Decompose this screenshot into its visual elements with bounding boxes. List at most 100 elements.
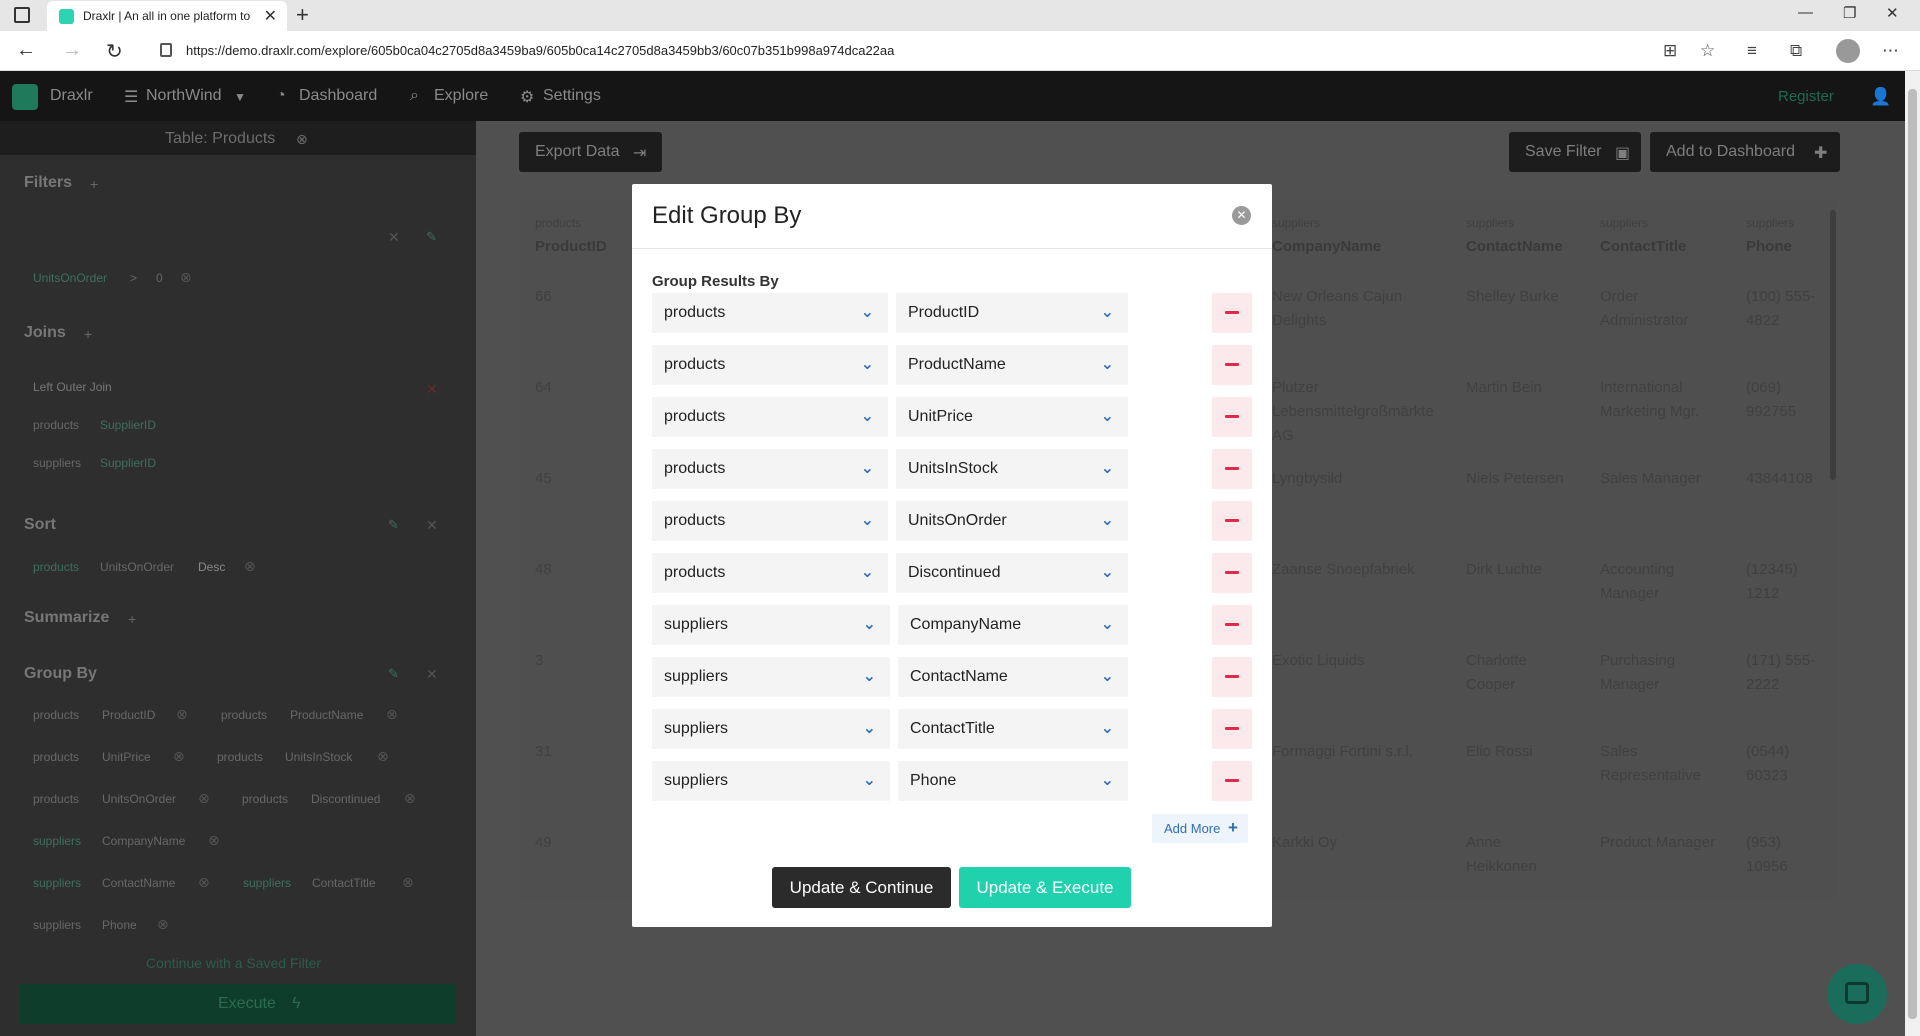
column-header[interactable]: ProductID (535, 238, 607, 255)
user-icon[interactable]: 👤 (1870, 87, 1891, 107)
table-scrollbar[interactable] (1830, 210, 1836, 480)
join-left-field[interactable]: SupplierID (100, 418, 156, 432)
favorites-icon[interactable]: ≡ (1747, 41, 1757, 61)
remove-groupby-chip-icon[interactable]: ⊗ (157, 916, 169, 933)
page-scrollbar[interactable] (1905, 71, 1920, 1036)
remove-groupby-chip-icon[interactable]: ⊗ (208, 832, 220, 849)
remove-groupby-chip-icon[interactable]: ⊗ (198, 874, 210, 891)
forward-arrow-icon[interactable]: → (62, 39, 82, 62)
close-icon[interactable]: ✕ (1232, 206, 1251, 225)
tab-actions-icon[interactable] (14, 7, 30, 23)
restore-icon[interactable]: ❐ (1843, 4, 1856, 22)
field-select[interactable]: UnitPrice ⌄ (896, 397, 1128, 437)
field-select[interactable]: ContactTitle ⌄ (898, 709, 1128, 749)
update-continue-button[interactable]: Update & Continue (772, 867, 951, 908)
edit-sort-icon[interactable]: ✎ (388, 517, 399, 533)
remove-row-button[interactable] (1212, 345, 1252, 385)
table-select[interactable]: products ⌄ (652, 553, 888, 593)
table-select[interactable]: suppliers ⌄ (652, 761, 890, 801)
back-arrow-icon[interactable]: ← (16, 39, 36, 62)
remove-groupby-chip-icon[interactable]: ⊗ (198, 790, 210, 807)
remove-row-button[interactable] (1212, 605, 1252, 645)
remove-groupby-chip-icon[interactable]: ⊗ (377, 748, 389, 765)
table-select[interactable]: products ⌄ (652, 397, 888, 437)
remove-join-icon[interactable]: ✕ (426, 381, 438, 398)
column-header[interactable]: ContactTitle (1600, 238, 1686, 255)
nav-explore[interactable]: Explore (434, 87, 488, 105)
remove-row-button[interactable] (1212, 449, 1252, 489)
url-field[interactable]: https://demo.draxlr.com/explore/605b0ca0… (186, 43, 894, 58)
field-select[interactable]: ProductName ⌄ (896, 345, 1128, 385)
table-select[interactable]: suppliers ⌄ (652, 709, 890, 749)
remove-filter-icon[interactable]: ⊗ (180, 269, 192, 286)
profile-avatar[interactable] (1836, 39, 1860, 63)
collections-icon[interactable]: ⧉ (1790, 41, 1802, 61)
app-available-icon[interactable]: ⊞ (1663, 41, 1677, 61)
page-scrollbar-thumb[interactable] (1908, 89, 1917, 1019)
remove-groupby-chip-icon[interactable]: ⊗ (173, 748, 185, 765)
execute-button[interactable]: Execute ϟ (20, 984, 456, 1024)
reload-icon[interactable]: ↻ (106, 39, 123, 64)
table-select[interactable]: suppliers ⌄ (652, 657, 890, 697)
join-right-field[interactable]: SupplierID (100, 456, 156, 470)
table-select[interactable]: products ⌄ (652, 501, 888, 541)
remove-groupby-chip-icon[interactable]: ⊗ (176, 706, 188, 723)
field-select[interactable]: UnitsInStock ⌄ (896, 449, 1128, 489)
update-execute-button[interactable]: Update & Execute (959, 867, 1131, 908)
filter-chip-field[interactable]: UnitsOnOrder (33, 271, 107, 285)
database-selector[interactable]: NorthWind (146, 87, 222, 105)
add-more-button[interactable]: Add More + (1152, 814, 1248, 843)
add-join-icon[interactable]: + (84, 326, 92, 342)
field-select[interactable]: Discontinued ⌄ (896, 553, 1128, 593)
export-data-button[interactable]: Export Data ⇥ (519, 132, 662, 172)
remove-groupby-chip-icon[interactable]: ⊗ (404, 790, 416, 807)
remove-row-button[interactable] (1212, 709, 1252, 749)
chat-widget-button[interactable] (1827, 964, 1887, 1024)
remove-row-button[interactable] (1212, 501, 1252, 541)
field-select[interactable]: UnitsOnOrder ⌄ (896, 501, 1128, 541)
close-tab-icon[interactable]: ✕ (264, 6, 277, 26)
remove-row-button[interactable] (1212, 553, 1252, 593)
sort-field[interactable]: UnitsOnOrder (100, 560, 174, 574)
table-select[interactable]: products ⌄ (652, 293, 888, 333)
favorite-add-icon[interactable]: ☆ (1700, 41, 1715, 61)
remove-groupby-chip-icon[interactable]: ⊗ (402, 874, 414, 891)
add-filter-icon[interactable]: + (90, 176, 98, 192)
lock-icon[interactable] (160, 43, 172, 57)
field-select[interactable]: ContactName ⌄ (898, 657, 1128, 697)
saved-filter-link[interactable]: Continue with a Saved Filter (146, 955, 321, 971)
table-select[interactable]: suppliers ⌄ (652, 605, 890, 645)
column-header[interactable]: ContactName (1466, 238, 1563, 255)
edit-filters-icon[interactable]: ✎ (426, 229, 437, 245)
remove-sort-icon[interactable]: ⊗ (244, 558, 256, 575)
close-window-icon[interactable]: ✕ (1886, 4, 1899, 22)
remove-groupby-chip-icon[interactable]: ⊗ (386, 706, 398, 723)
nav-settings[interactable]: Settings (543, 87, 601, 105)
field-select[interactable]: ProductID ⌄ (896, 293, 1128, 333)
remove-row-button[interactable] (1212, 657, 1252, 697)
remove-row-button[interactable] (1212, 761, 1252, 801)
nav-dashboard[interactable]: Dashboard (299, 87, 377, 105)
column-header[interactable]: Phone (1746, 238, 1792, 255)
brand-name[interactable]: Draxlr (50, 87, 93, 105)
clear-filters-icon[interactable]: ✕ (388, 229, 400, 246)
new-tab-icon[interactable]: + (296, 2, 309, 28)
remove-row-button[interactable] (1212, 397, 1252, 437)
chevron-down-icon[interactable]: ▼ (234, 90, 246, 104)
add-to-dashboard-button[interactable]: Add to Dashboard ✚ (1650, 132, 1840, 172)
remove-row-button[interactable] (1212, 293, 1252, 333)
register-link[interactable]: Register (1778, 88, 1834, 105)
browser-tab-active[interactable]: Draxlr | An all in one platform to ✕ (47, 1, 287, 31)
clear-sort-icon[interactable]: ✕ (426, 517, 438, 534)
table-select[interactable]: products ⌄ (652, 345, 888, 385)
edit-groupby-icon[interactable]: ✎ (388, 666, 399, 682)
clear-groupby-icon[interactable]: ✕ (426, 666, 438, 683)
add-summarize-icon[interactable]: + (128, 611, 136, 627)
table-select[interactable]: products ⌄ (652, 449, 888, 489)
minimize-icon[interactable]: — (1798, 4, 1813, 21)
more-menu-icon[interactable]: ⋯ (1882, 41, 1899, 61)
column-header[interactable]: CompanyName (1272, 238, 1381, 255)
save-filter-button[interactable]: Save Filter ▣ (1509, 132, 1641, 172)
field-select[interactable]: CompanyName ⌄ (898, 605, 1128, 645)
sort-direction[interactable]: Desc (198, 560, 225, 574)
